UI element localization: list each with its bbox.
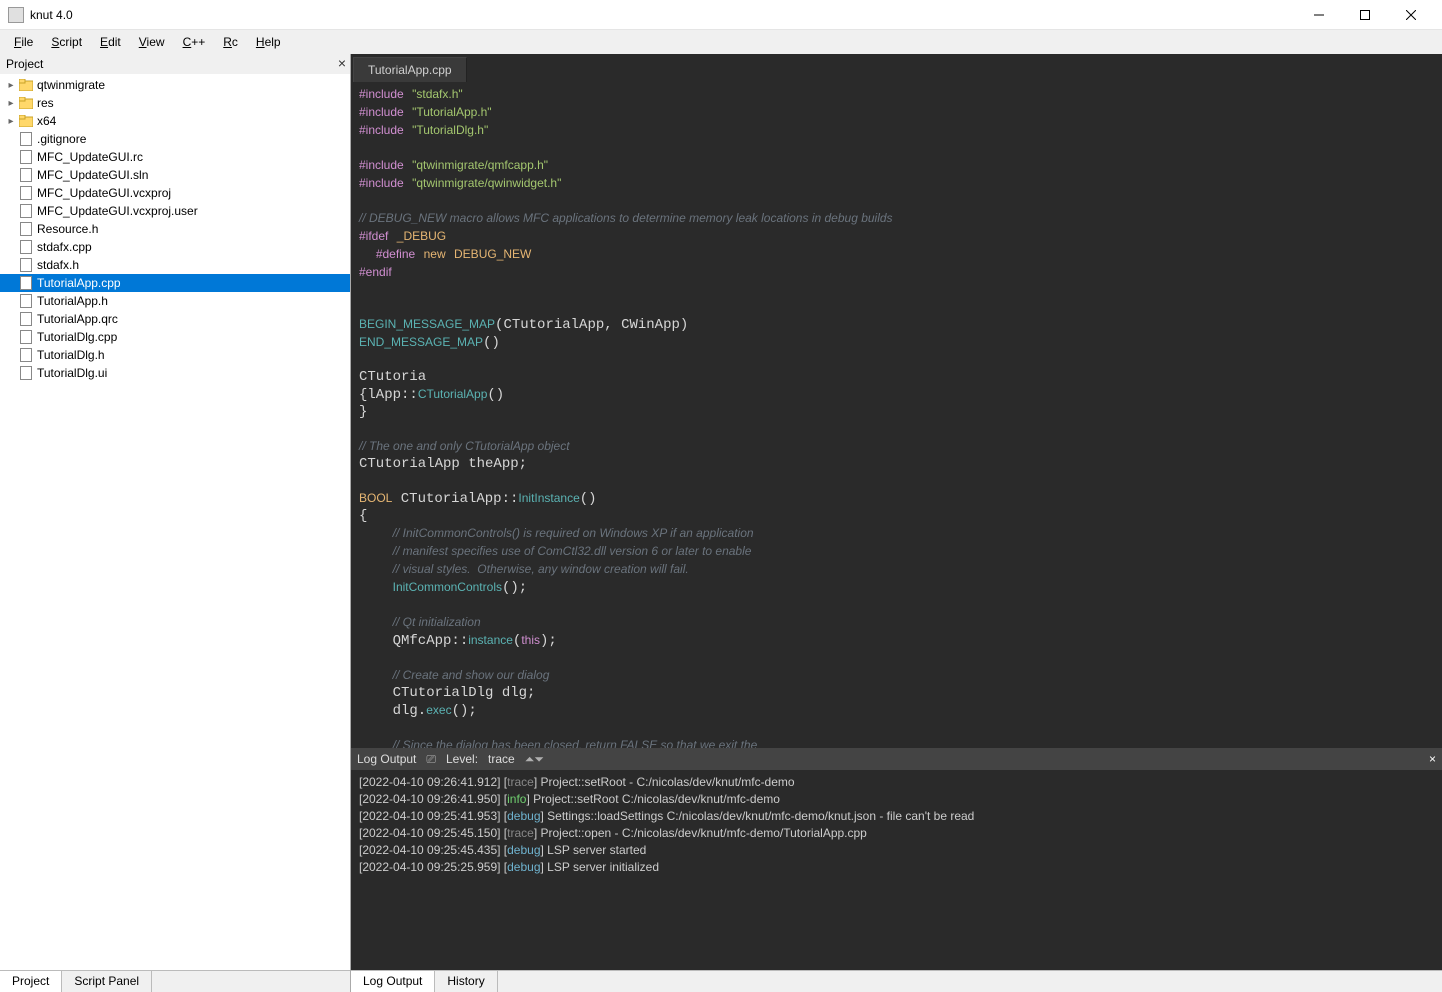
left-tab-project[interactable]: Project [0,971,62,992]
menu-view[interactable]: View [131,33,173,51]
menu-help[interactable]: Help [248,33,289,51]
tree-item[interactable]: TutorialDlg.ui [0,364,350,382]
maximize-button[interactable] [1342,1,1388,29]
cpp-file-icon [18,239,34,255]
tree-item-label: MFC_UpdateGUI.vcxproj.user [37,204,198,218]
log-close-icon[interactable]: × [1429,752,1436,766]
log-line: [2022-04-10 09:25:45.435] [debug] LSP se… [359,842,1434,859]
tree-item-label: .gitignore [37,132,86,146]
log-line: [2022-04-10 09:25:45.150] [trace] Projec… [359,825,1434,842]
tree-item[interactable]: .gitignore [0,130,350,148]
tree-item-label: TutorialDlg.h [37,348,105,362]
close-button[interactable] [1388,1,1434,29]
tree-item[interactable]: MFC_UpdateGUI.vcxproj.user [0,202,350,220]
tree-item[interactable]: Resource.h [0,220,350,238]
tree-item-label: x64 [37,114,56,128]
tree-item[interactable]: TutorialApp.h [0,292,350,310]
menu-script[interactable]: Script [43,33,90,51]
tree-item[interactable]: MFC_UpdateGUI.vcxproj [0,184,350,202]
tree-item-label: stdafx.h [37,258,79,272]
left-tabbar: ProjectScript Panel [0,970,350,992]
right-panel: TutorialApp.cpp #include "stdafx.h" #inc… [351,54,1442,992]
file-file-icon [18,365,34,381]
tree-item-label: TutorialApp.cpp [37,276,121,290]
tree-item[interactable]: MFC_UpdateGUI.sln [0,166,350,184]
bottom-tab-log-output[interactable]: Log Output [351,971,435,992]
tree-item[interactable]: TutorialDlg.cpp [0,328,350,346]
tree-item-label: MFC_UpdateGUI.sln [37,168,148,182]
tree-item[interactable]: stdafx.h [0,256,350,274]
log-toolbar: Log Output ⎚ Level: trace ⏶⏷ × [351,748,1442,770]
titlebar: knut 4.0 [0,0,1442,30]
window-title: knut 4.0 [30,8,1296,22]
cpp-file-icon [18,329,34,345]
tree-twisty-icon[interactable]: ▸ [4,98,18,109]
tree-item-label: MFC_UpdateGUI.vcxproj [37,186,171,200]
bottom-tabbar: Log OutputHistory [351,970,1442,992]
log-title: Log Output [357,752,416,766]
menu-edit[interactable]: Edit [92,33,129,51]
vcx-file-icon [18,185,34,201]
h-file-icon [18,347,34,363]
tree-item-label: Resource.h [37,222,98,236]
menu-cplusplus[interactable]: C++ [175,33,214,51]
h-file-icon [18,257,34,273]
code-content: #include "stdafx.h" #include "TutorialAp… [359,86,1434,748]
tree-item[interactable]: TutorialApp.cpp [0,274,350,292]
editor-tabbar: TutorialApp.cpp [351,54,1442,82]
log-line: [2022-04-10 09:25:41.953] [debug] Settin… [359,808,1434,825]
tree-item-label: TutorialDlg.ui [37,366,107,380]
tree-item[interactable]: TutorialDlg.h [0,346,350,364]
tree-item-label: qtwinmigrate [37,78,105,92]
menu-rc[interactable]: Rc [215,33,246,51]
tree-item[interactable]: TutorialApp.qrc [0,310,350,328]
tree-item[interactable]: ▸ x64 [0,112,350,130]
tree-item-label: TutorialDlg.cpp [37,330,117,344]
tree-item-label: TutorialApp.qrc [37,312,118,326]
project-tree[interactable]: ▸ qtwinmigrate ▸ res ▸ x64 .gitignore MFC_Updat… [0,74,350,970]
log-line: [2022-04-10 09:26:41.912] [trace] Projec… [359,774,1434,791]
editor-tab[interactable]: TutorialApp.cpp [353,57,467,82]
tree-twisty-icon[interactable]: ▸ [4,80,18,91]
log-line: [2022-04-10 09:26:41.950] [info] Project… [359,791,1434,808]
tree-item-label: stdafx.cpp [37,240,92,254]
log-level-value[interactable]: trace [488,752,515,766]
project-pane-close-icon[interactable]: × [338,56,346,70]
log-level-label: Level: [446,752,478,766]
project-pane-title: Project [6,57,43,71]
sln-file-icon [18,167,34,183]
menu-file[interactable]: File [6,33,41,51]
cpp-file-icon [18,275,34,291]
log-level-stepper-icon[interactable]: ⏶⏷ [525,752,544,767]
vcx-file-icon [18,203,34,219]
minimize-button[interactable] [1296,1,1342,29]
tree-item-label: res [37,96,54,110]
log-output[interactable]: [2022-04-10 09:26:41.912] [trace] Projec… [351,770,1442,970]
tree-item[interactable]: MFC_UpdateGUI.rc [0,148,350,166]
file-file-icon [18,311,34,327]
app-icon [8,7,24,23]
tree-twisty-icon[interactable]: ▸ [4,116,18,127]
folder-icon [18,95,34,111]
h-file-icon [18,293,34,309]
file-file-icon [18,131,34,147]
filter-icon[interactable]: ⎚ [426,752,436,767]
tree-item[interactable]: ▸ qtwinmigrate [0,76,350,94]
left-panel: Project × ▸ qtwinmigrate ▸ res ▸ x64 .gitignor… [0,54,351,992]
menubar: FileScriptEditViewC++RcHelp [0,30,1442,54]
rc-file-icon [18,149,34,165]
code-editor[interactable]: #include "stdafx.h" #include "TutorialAp… [351,82,1442,748]
bottom-tab-history[interactable]: History [435,971,497,992]
left-tab-script-panel[interactable]: Script Panel [62,971,152,992]
project-pane-header: Project × [0,54,350,74]
log-line: [2022-04-10 09:25:25.959] [debug] LSP se… [359,859,1434,876]
folder-icon [18,113,34,129]
folder-icon [18,77,34,93]
tree-item-label: TutorialApp.h [37,294,108,308]
tree-item[interactable]: ▸ res [0,94,350,112]
h-file-icon [18,221,34,237]
tree-item-label: MFC_UpdateGUI.rc [37,150,143,164]
tree-item[interactable]: stdafx.cpp [0,238,350,256]
